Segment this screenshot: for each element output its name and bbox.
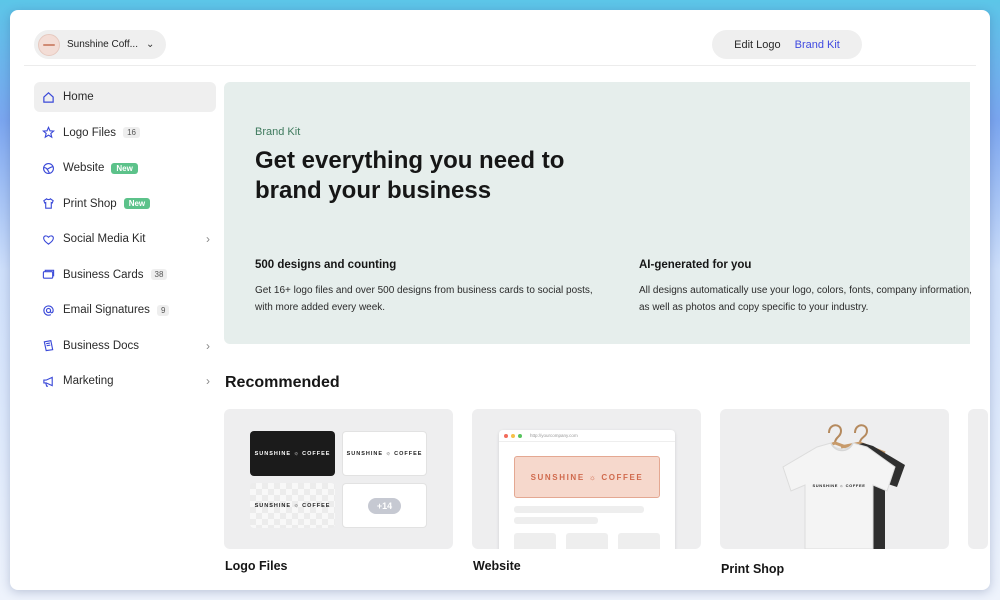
feature-designs: 500 designs and counting Get 16+ logo fi… (255, 259, 595, 316)
sidebar-item-label: Social Media Kit (63, 233, 146, 245)
top-bar: Sunshine Coff... ⌄ Edit Logo Brand Kit (24, 10, 976, 66)
card-title-logo-files[interactable]: Logo Files (225, 559, 288, 573)
logo-preview-dark: SUNSHINE ☼ COFFEE (250, 431, 335, 476)
company-switcher[interactable]: Sunshine Coff... ⌄ (34, 30, 166, 59)
mode-switch: Edit Logo Brand Kit (712, 30, 862, 59)
print-shop-card[interactable]: SUNSHINE ☼ COFFEE (720, 409, 949, 549)
card-title-print-shop[interactable]: Print Shop (721, 562, 784, 576)
browser-toolbar: http://yourcompany.com (499, 430, 675, 442)
feature-heading: AI-generated for you (639, 259, 752, 271)
logo-preview-light: SUNSHINE ☼ COFFEE (342, 431, 427, 476)
company-avatar (38, 33, 60, 56)
company-name: Sunshine Coff... (67, 39, 138, 50)
edit-logo-tab[interactable]: Edit Logo (734, 39, 780, 51)
card-icon (41, 268, 55, 282)
website-card[interactable]: http://yourcompany.com SUNSHINE ☼ COFFEE (472, 409, 701, 549)
recommended-heading: Recommended (225, 374, 340, 391)
browser-url: http://yourcompany.com (530, 433, 578, 438)
hero-title: Get everything you need to brand your bu… (255, 147, 565, 204)
count-badge: 16 (123, 127, 140, 138)
sidebar-item-label: Marketing (63, 375, 114, 387)
sidebar-item-social-media-kit[interactable]: Social Media Kit › (34, 224, 216, 254)
logo-files-card[interactable]: SUNSHINE ☼ COFFEE SUNSHINE ☼ COFFEE SUNS… (224, 409, 453, 549)
chevron-right-icon: › (206, 338, 210, 353)
feature-body: All designs automatically use your logo,… (639, 285, 972, 313)
sidebar-item-label: Business Cards (63, 268, 144, 281)
count-badge: 38 (150, 269, 168, 280)
sidebar-item-label: Business Docs (63, 339, 140, 352)
star-icon (41, 126, 55, 140)
sidebar-item-home[interactable]: Home (34, 82, 216, 112)
feature-heading: 500 designs and counting (255, 259, 397, 271)
document-icon (41, 339, 55, 353)
brand-kit-hero: Brand Kit Get everything you need to bra… (224, 82, 972, 344)
chevron-right-icon: › (206, 374, 210, 388)
website-logo-banner: SUNSHINE ☼ COFFEE (514, 456, 660, 498)
feature-body: Get 16+ logo files and over 500 designs … (255, 285, 593, 313)
sidebar-item-business-docs[interactable]: Business Docs › (34, 331, 216, 361)
sidebar-item-label: Print Shop (63, 197, 117, 210)
new-badge: New (111, 162, 138, 174)
next-card-partial[interactable] (968, 409, 988, 549)
sidebar-item-label: Website (63, 162, 105, 174)
browser-mockup: http://yourcompany.com SUNSHINE ☼ COFFEE (499, 430, 675, 549)
heart-icon (41, 232, 55, 246)
sidebar-item-marketing[interactable]: Marketing › (34, 366, 216, 396)
more-count-badge: +14 (367, 497, 402, 514)
sidebar-item-email-signatures[interactable]: Email Signatures 9 (34, 295, 216, 325)
brand-kit-tab[interactable]: Brand Kit (795, 39, 840, 51)
sidebar-item-label: Home (63, 91, 94, 103)
sidebar-item-website[interactable]: Website New (34, 153, 216, 183)
more-logos-tile: +14 (342, 483, 427, 528)
app-window: Sunshine Coff... ⌄ Edit Logo Brand Kit H… (10, 10, 990, 590)
logo-preview-transparent: SUNSHINE ☼ COFFEE (250, 483, 335, 528)
sidebar-item-label: Email Signatures (63, 304, 150, 316)
sidebar-item-logo-files[interactable]: Logo Files 16 (34, 118, 216, 148)
home-icon (41, 90, 55, 104)
count-badge: 9 (156, 304, 170, 316)
megaphone-icon (41, 374, 55, 388)
sidebar-item-print-shop[interactable]: Print Shop New (34, 189, 216, 219)
sidebar-item-label: Logo Files (63, 126, 117, 139)
new-badge: New (123, 198, 151, 209)
card-title-website[interactable]: Website (473, 559, 521, 573)
feature-ai-generated: AI-generated for you All designs automat… (639, 259, 979, 316)
hero-eyebrow: Brand Kit (255, 126, 301, 138)
sidebar: Home Logo Files 16 Website New Print Sho… (34, 82, 216, 402)
shirt-icon (41, 197, 55, 211)
chevron-right-icon: › (206, 232, 210, 246)
svg-text:SUNSHINE ☼ COFFEE: SUNSHINE ☼ COFFEE (813, 483, 866, 488)
sidebar-item-business-cards[interactable]: Business Cards 38 (34, 260, 216, 290)
chevron-down-icon: ⌄ (145, 39, 155, 50)
tshirt-mockup-image: SUNSHINE ☼ COFFEE (782, 424, 905, 549)
globe-icon (41, 161, 55, 175)
at-icon (41, 303, 55, 317)
